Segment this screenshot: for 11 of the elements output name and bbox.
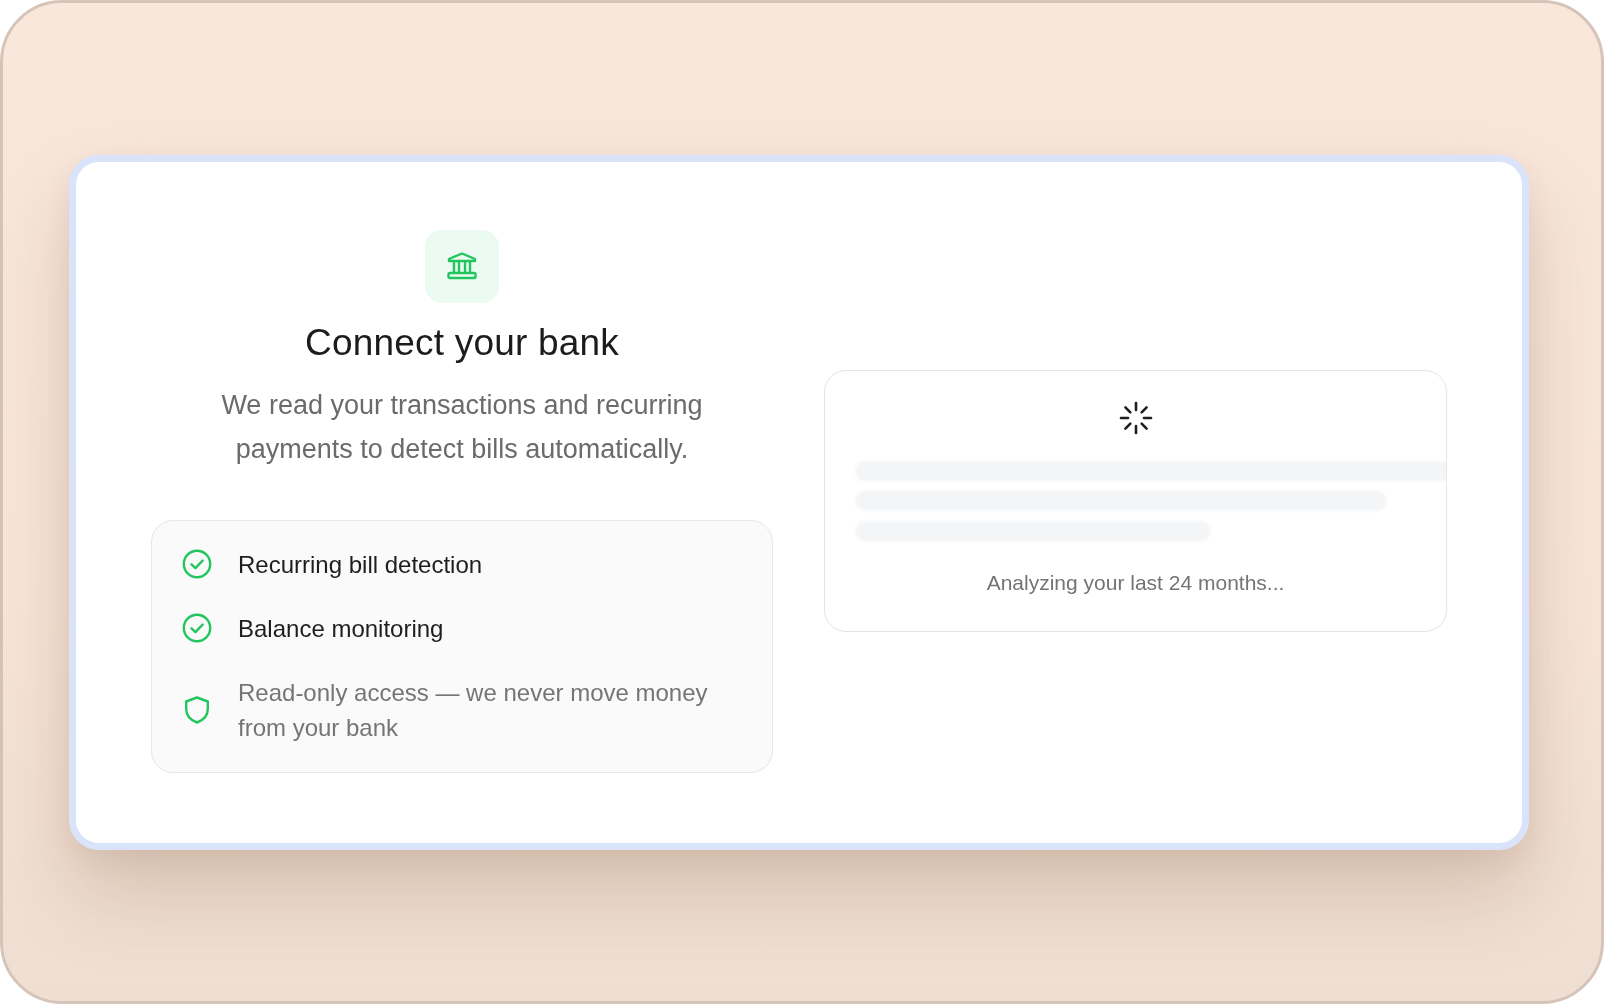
feature-label: Balance monitoring	[238, 613, 444, 644]
card-title: Connect your bank	[305, 320, 619, 365]
feature-label: Read-only access — we never move money from your bank	[238, 677, 709, 743]
check-circle-icon	[182, 549, 212, 579]
check-circle-icon	[182, 613, 212, 643]
loading-spinner-icon	[1118, 401, 1153, 435]
bank-icon	[425, 229, 499, 303]
loading-status: Analyzing your last 24 months...	[986, 570, 1285, 596]
card-description: We read your transactions and recurring payments to detect bills automatically.	[220, 388, 704, 466]
shield-icon	[184, 695, 210, 724]
feature-label: Recurring bill detection	[238, 549, 483, 580]
